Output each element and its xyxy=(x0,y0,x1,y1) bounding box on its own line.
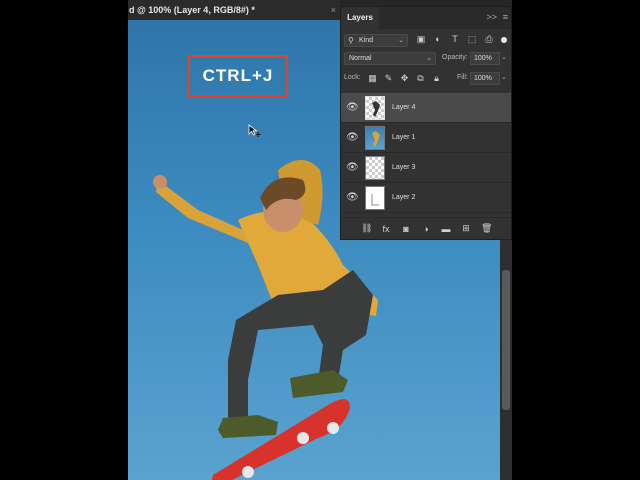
scrollbar-thumb[interactable] xyxy=(502,270,510,410)
chevron-down-icon[interactable]: ⌄ xyxy=(501,73,507,81)
blend-mode-value: Normal xyxy=(349,55,372,62)
layer-name[interactable]: Layer 4 xyxy=(392,104,415,111)
left-letterbox xyxy=(0,0,128,480)
blend-row: Normal ⌄ Opacity: 100% ⌄ xyxy=(341,49,511,69)
link-layers-icon[interactable]: ⛓︎ xyxy=(361,223,372,234)
panel-footer: ⛓︎ fx ◙ ◑ ▬ ⊞ 🗑︎ xyxy=(341,217,511,239)
layer-thumbnail xyxy=(365,96,385,120)
opacity-label: Opacity: xyxy=(442,54,468,61)
layer-row[interactable]: 👁︎ Layer 2 xyxy=(341,183,511,213)
layer-name[interactable]: Layer 1 xyxy=(392,134,415,141)
right-letterbox xyxy=(512,0,640,480)
layer-row[interactable]: 👁︎ Layer 4 xyxy=(341,93,511,123)
kind-filter-select[interactable]: ⚲ Kind ⌄ xyxy=(344,34,408,47)
document-tab-title: d @ 100% (Layer 4, RGB/8#) * xyxy=(129,5,255,15)
folder-icon[interactable]: ▬ xyxy=(441,224,451,234)
lock-transparent-pixels-icon[interactable]: ▦ xyxy=(367,72,378,84)
panel-header: Layers >> ≡ xyxy=(341,7,511,29)
blend-mode-select[interactable]: Normal ⌄ xyxy=(344,52,436,65)
close-icon[interactable]: × xyxy=(331,0,336,20)
eye-icon[interactable]: 👁︎ xyxy=(346,103,359,113)
chevron-down-icon: ⌄ xyxy=(398,37,404,44)
layer-name[interactable]: Layer 3 xyxy=(392,164,415,171)
adjustment-filter-icon[interactable]: ◐ xyxy=(432,33,444,46)
eye-icon[interactable]: 👁︎ xyxy=(346,193,359,203)
lock-image-pixels-icon[interactable]: ✎ xyxy=(383,72,394,84)
fx-icon[interactable]: fx xyxy=(381,224,391,234)
adjustment-layer-icon[interactable]: ◑ xyxy=(421,224,431,234)
chevron-down-icon: ⌄ xyxy=(426,55,432,62)
lock-row: Lock: ▦ ✎ ✥ ⧉ 🔒︎ Fill: 100% ⌄ xyxy=(341,69,511,89)
document-tab[interactable]: d @ 100% (Layer 4, RGB/8#) * × xyxy=(128,0,340,20)
layer-name[interactable]: Layer 2 xyxy=(392,194,415,201)
kind-filter-label: Kind xyxy=(359,37,374,44)
filter-toggle[interactable] xyxy=(501,37,507,43)
layer-row[interactable]: 👁︎ Layer 1 xyxy=(341,123,511,153)
layers-tab[interactable]: Layers xyxy=(341,7,379,29)
lock-label: Lock: xyxy=(344,74,361,81)
lock-position-icon[interactable]: ✥ xyxy=(399,72,410,84)
eye-icon[interactable]: 👁︎ xyxy=(346,163,359,173)
add-mask-icon[interactable]: ◙ xyxy=(401,224,411,234)
trash-icon[interactable]: 🗑︎ xyxy=(481,223,492,234)
search-icon: ⚲ xyxy=(348,36,354,45)
layer-thumbnail xyxy=(365,156,385,180)
filter-row: ⚲ Kind ⌄ ▣ ◐ T ⬚ ⎙ xyxy=(341,29,511,49)
panel-menu-icon[interactable]: ≡ xyxy=(503,12,508,22)
fill-field[interactable]: 100% xyxy=(470,72,500,85)
layer-thumbnail xyxy=(365,186,385,210)
eye-icon[interactable]: 👁︎ xyxy=(346,133,359,143)
image-filter-icon[interactable]: ▣ xyxy=(415,33,427,46)
lock-all-icon[interactable]: 🔒︎ xyxy=(431,72,442,84)
layer-thumbnail xyxy=(365,126,385,150)
move-cursor-icon xyxy=(248,124,261,137)
shape-filter-icon[interactable]: ⬚ xyxy=(466,33,478,46)
collapse-panel-icon[interactable]: >> xyxy=(486,12,497,22)
layers-panel: Layers >> ≡ ⚲ Kind ⌄ ▣ ◐ T ⬚ ⎙ Normal ⌄ … xyxy=(340,6,512,240)
new-layer-icon[interactable]: ⊞ xyxy=(461,223,471,234)
chevron-down-icon[interactable]: ⌄ xyxy=(501,53,507,61)
opacity-field[interactable]: 100% xyxy=(470,52,500,65)
fill-label: Fill: xyxy=(457,74,468,81)
layer-row[interactable]: 👁︎ Layer 3 xyxy=(341,153,511,183)
smart-object-filter-icon[interactable]: ⎙ xyxy=(483,33,495,46)
shortcut-label: CTRL+J xyxy=(188,55,288,97)
type-filter-icon[interactable]: T xyxy=(449,33,461,46)
layers-list: 👁︎ Layer 4 👁︎ Layer 1 👁︎ Layer 3 👁︎ Laye… xyxy=(341,93,511,213)
lock-artboard-icon[interactable]: ⧉ xyxy=(415,72,426,84)
